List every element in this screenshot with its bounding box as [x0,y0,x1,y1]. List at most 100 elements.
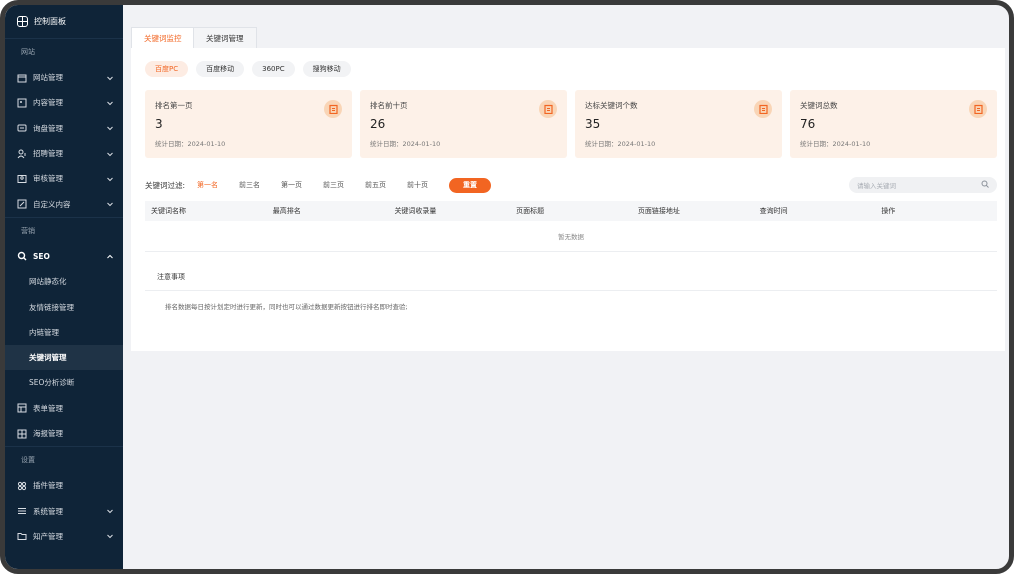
stat-card: 排名第一页 3 统计日期：2024-01-10 [145,90,352,158]
id-card-icon [17,174,27,184]
notes-section: 注意事项 排名数据每日按计划定时进行更新，同时也可以通过数据更新按钮进行排名即时… [145,263,997,311]
filter-page1[interactable]: 第一页 [281,180,302,190]
chevron-down-icon [107,507,113,516]
sidebar-item-label: 海报管理 [33,429,63,438]
sidebar-item-poster-mgmt[interactable]: 海报管理 [5,421,123,446]
engine-chips: 百度PC 百度移动 360PC 搜狗移动 [145,61,351,77]
search-placeholder: 请输入关键词 [857,182,896,190]
keyword-table: 关键词名称 最高排名 关键词收录量 页面标题 页面链接地址 查询时间 操作 暂无… [145,201,997,252]
filter-top3-pages[interactable]: 前三页 [323,180,344,190]
user-add-icon [17,149,27,159]
sidebar-subitem-keywords[interactable]: 关键词管理 [5,344,123,371]
tab-keyword-monitor[interactable]: 关键词监控 [131,27,195,48]
brand-label: 控制面板 [34,17,66,26]
group-label-settings: 设置 [21,456,35,465]
calendar-icon [17,73,27,83]
stat-value: 3 [155,117,163,131]
tab-keyword-manage[interactable]: 关键词管理 [193,27,257,48]
sidebar-item-label: 自定义内容 [33,199,71,209]
message-icon [17,123,27,133]
clipboard-icon [969,100,987,118]
sidebar-item-site-mgmt[interactable]: 网站管理 [5,65,123,90]
sidebar-subitem-internal[interactable]: 内链管理 [5,320,123,345]
stat-date: 统计日期：2024-01-10 [155,140,226,148]
sidebar-item-label: 表单管理 [33,403,63,413]
sidebar-subitem-static[interactable]: 网站静态化 [5,269,123,294]
sidebar-item-label: 友情链接管理 [29,302,74,312]
reset-button[interactable]: 重置 [449,177,492,193]
chevron-down-icon [107,532,113,541]
col-header: 关键词收录量 [394,207,437,215]
plugin-icon [17,481,27,491]
stat-date: 统计日期：2024-01-10 [800,140,871,148]
stat-card: 达标关键词个数 35 统计日期：2024-01-10 [575,90,782,158]
sidebar-subitem-analysis[interactable]: SEO分析诊断 [5,370,123,395]
sidebar-item-review-mgmt[interactable]: 审核管理 [5,166,123,191]
sidebar: 控制面板 网站 网站管理 内容管理 询盘管理 招聘管理 审核管理 自定义内容 营… [5,5,123,569]
sidebar-item-label: 内链管理 [29,327,59,337]
sidebar-item-content-mgmt[interactable]: 内容管理 [5,90,123,115]
col-header: 查询时间 [759,207,788,215]
sidebar-item-ip-mgmt[interactable]: 知产管理 [5,524,123,549]
sidebar-item-label: 关键词管理 [29,353,67,363]
sidebar-item-custom-content[interactable]: 自定义内容 [5,191,123,216]
sidebar-item-inquiry-mgmt[interactable]: 询盘管理 [5,116,123,141]
clipboard-icon [754,100,772,118]
clipboard-icon [539,100,557,118]
notes-body: 排名数据每日按计划定时进行更新，同时也可以通过数据更新按钮进行排名即时查验; [165,303,408,311]
search-icon[interactable] [981,180,989,190]
sidebar-item-recruit-mgmt[interactable]: 招聘管理 [5,141,123,166]
stat-title: 达标关键词个数 [585,101,638,110]
search-input[interactable]: 请输入关键词 [849,177,997,193]
sidebar-brand[interactable]: 控制面板 [5,5,123,39]
search-icon [17,251,27,261]
sidebar-item-label: SEO分析诊断 [29,378,75,388]
col-header: 页面标题 [516,207,545,215]
app-frame: 控制面板 网站 网站管理 内容管理 询盘管理 招聘管理 审核管理 自定义内容 营… [0,0,1014,574]
stat-value: 26 [370,117,386,131]
filter-top3[interactable]: 前三名 [239,180,260,190]
stat-card: 关键词总数 76 统计日期：2024-01-10 [790,90,997,158]
sidebar-item-form-mgmt[interactable]: 表单管理 [5,396,123,421]
table-icon [17,403,27,413]
sidebar-item-plugin-mgmt[interactable]: 插件管理 [5,473,123,498]
sidebar-item-label: 网站管理 [33,73,63,83]
sidebar-subitem-links[interactable]: 友情链接管理 [5,294,123,319]
stat-date: 统计日期：2024-01-10 [370,140,441,148]
chevron-down-icon [107,200,113,209]
stat-title: 排名前十页 [370,101,408,110]
table-header: 关键词名称 最高排名 关键词收录量 页面标题 页面链接地址 查询时间 操作 [145,201,997,221]
sidebar-item-label: 询盘管理 [33,123,63,133]
stat-card: 排名前十页 26 统计日期：2024-01-10 [360,90,567,158]
sidebar-item-label: SEO [33,251,50,261]
sidebar-item-system-mgmt[interactable]: 系统管理 [5,498,123,523]
stat-cards: 排名第一页 3 统计日期：2024-01-10 排名前十页 26 统计日期：20… [145,90,997,158]
chip-sogou-mobile[interactable]: 搜狗移动 [302,61,351,77]
filter-top5-pages[interactable]: 前五页 [365,180,386,190]
stat-date: 统计日期：2024-01-10 [585,140,656,148]
chevron-down-icon [107,149,113,158]
chevron-down-icon [107,174,113,183]
filter-first[interactable]: 第一名 [197,180,218,190]
sidebar-item-label: 内容管理 [33,98,63,108]
tab-bar: 关键词监控 关键词管理 [131,15,1005,48]
group-label-site: 网站 [21,48,35,56]
stat-value: 76 [800,117,816,131]
grid-icon [17,429,27,439]
chevron-down-icon [107,98,113,107]
sliders-icon [17,506,27,516]
chip-baidu-pc[interactable]: 百度PC [145,61,189,77]
sidebar-item-label: 系统管理 [33,506,63,516]
chip-baidu-mobile[interactable]: 百度移动 [196,61,245,77]
sidebar-item-seo[interactable]: SEO [5,244,123,269]
sidebar-item-label: 审核管理 [33,174,63,184]
col-header: 操作 [881,207,896,215]
filter-top10-pages[interactable]: 前十页 [407,180,428,190]
col-header: 关键词名称 [151,207,186,215]
sidebar-item-label: 招聘管理 [33,149,63,159]
folder-icon [17,531,27,541]
chip-360-pc[interactable]: 360PC [252,61,295,77]
dashboard-icon [17,16,28,27]
filter-label: 关键词过滤: [145,180,186,190]
sidebar-item-label: 网站静态化 [29,277,67,287]
